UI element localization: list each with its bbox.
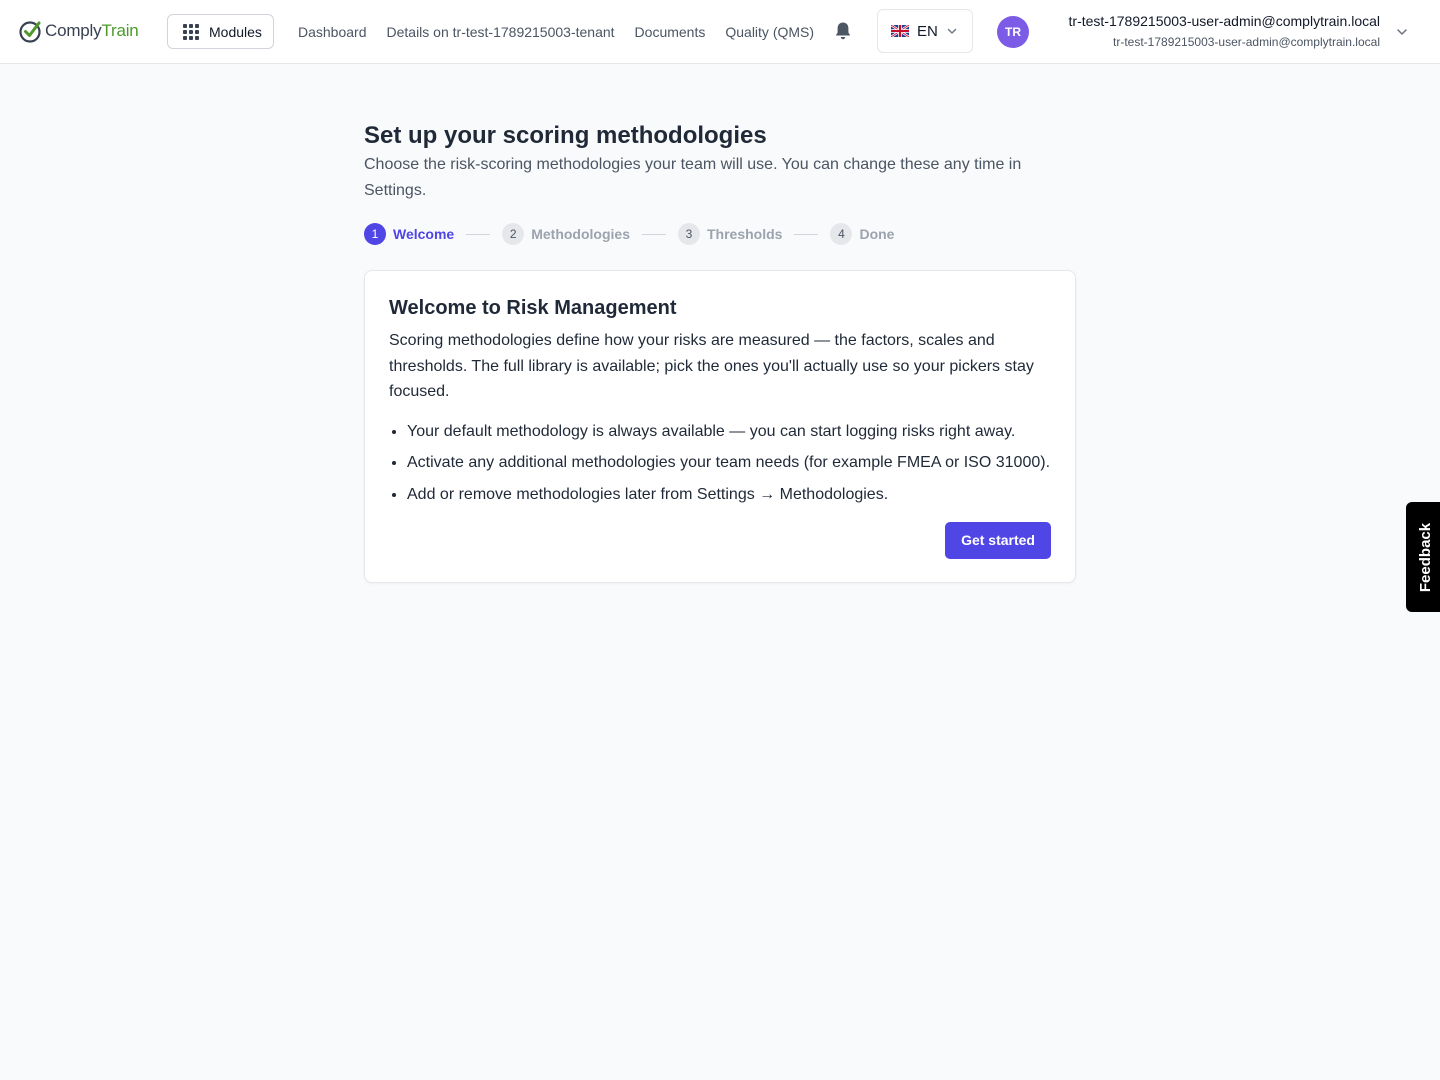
step-done[interactable]: 4 Done (830, 223, 894, 245)
top-bar: ComplyTrain Modules Dashboard Details on… (0, 0, 1440, 64)
bell-icon[interactable] (834, 21, 852, 41)
grid-icon (183, 23, 199, 40)
feedback-label: Feedback (1417, 522, 1435, 592)
step-number: 3 (678, 223, 700, 245)
logo-text: ComplyTrain (45, 21, 139, 41)
chevron-down-icon (947, 28, 957, 34)
modules-button[interactable]: Modules (167, 14, 274, 49)
get-started-button[interactable]: Get started (945, 521, 1051, 559)
list-item: Add or remove methodologies later from S… (407, 482, 1051, 508)
step-methodologies[interactable]: 2 Methodologies (502, 223, 630, 245)
check-circle-logo-icon (19, 21, 41, 43)
uk-flag-icon (891, 25, 909, 37)
step-label: Methodologies (531, 226, 630, 242)
card-bullet-list: Your default methodology is always avail… (389, 419, 1051, 508)
page-title: Set up your scoring methodologies (364, 122, 767, 149)
nav-link-quality[interactable]: Quality (QMS) (725, 24, 814, 40)
step-label: Thresholds (707, 226, 783, 242)
list-item: Activate any additional methodologies yo… (407, 450, 1051, 476)
main-content: Set up your scoring methodologies Choose… (364, 120, 1076, 583)
user-menu-chevron-icon[interactable] (1395, 25, 1409, 39)
complytrain-logo[interactable]: ComplyTrain (18, 17, 139, 45)
modules-label: Modules (209, 23, 262, 40)
setup-stepper: 1 Welcome 2 Methodologies 3 Thresholds 4… (364, 222, 1076, 246)
feedback-tab[interactable]: Feedback (1406, 502, 1440, 612)
nav-link-documents[interactable]: Documents (635, 24, 706, 40)
user-name: tr-test-1789215003-user-admin@complytrai… (1068, 13, 1380, 29)
main-nav: Dashboard Details on tr-test-1789215003-… (298, 0, 826, 64)
welcome-card: Welcome to Risk Management Scoring metho… (364, 270, 1076, 583)
step-connector (794, 233, 819, 235)
nav-link-tenant-details[interactable]: Details on tr-test-1789215003-tenant (387, 24, 615, 40)
card-actions: Get started (389, 521, 1051, 559)
step-label: Done (859, 226, 895, 242)
language-code: EN (917, 22, 938, 40)
card-title: Welcome to Risk Management (389, 297, 677, 319)
step-connector (642, 233, 666, 235)
step-welcome[interactable]: 1 Welcome (364, 223, 454, 245)
logo-text-train: Train (101, 21, 139, 40)
language-selector[interactable]: EN (877, 9, 973, 53)
page-subtitle: Choose the risk-scoring methodologies yo… (364, 156, 1022, 199)
nav-link-dashboard[interactable]: Dashboard (298, 24, 367, 40)
step-number: 1 (364, 223, 386, 245)
step-label: Welcome (393, 226, 455, 242)
step-number: 2 (502, 223, 525, 245)
card-description: Scoring methodologies define how your ri… (389, 332, 1034, 401)
step-number: 4 (830, 223, 853, 245)
user-email: tr-test-1789215003-user-admin@complytrai… (1113, 35, 1380, 49)
list-item: Your default methodology is always avail… (407, 419, 1051, 445)
step-connector (466, 233, 491, 235)
step-thresholds[interactable]: 3 Thresholds (678, 223, 782, 245)
logo-text-comply: Comply (45, 21, 102, 40)
user-avatar[interactable]: TR (997, 16, 1029, 48)
